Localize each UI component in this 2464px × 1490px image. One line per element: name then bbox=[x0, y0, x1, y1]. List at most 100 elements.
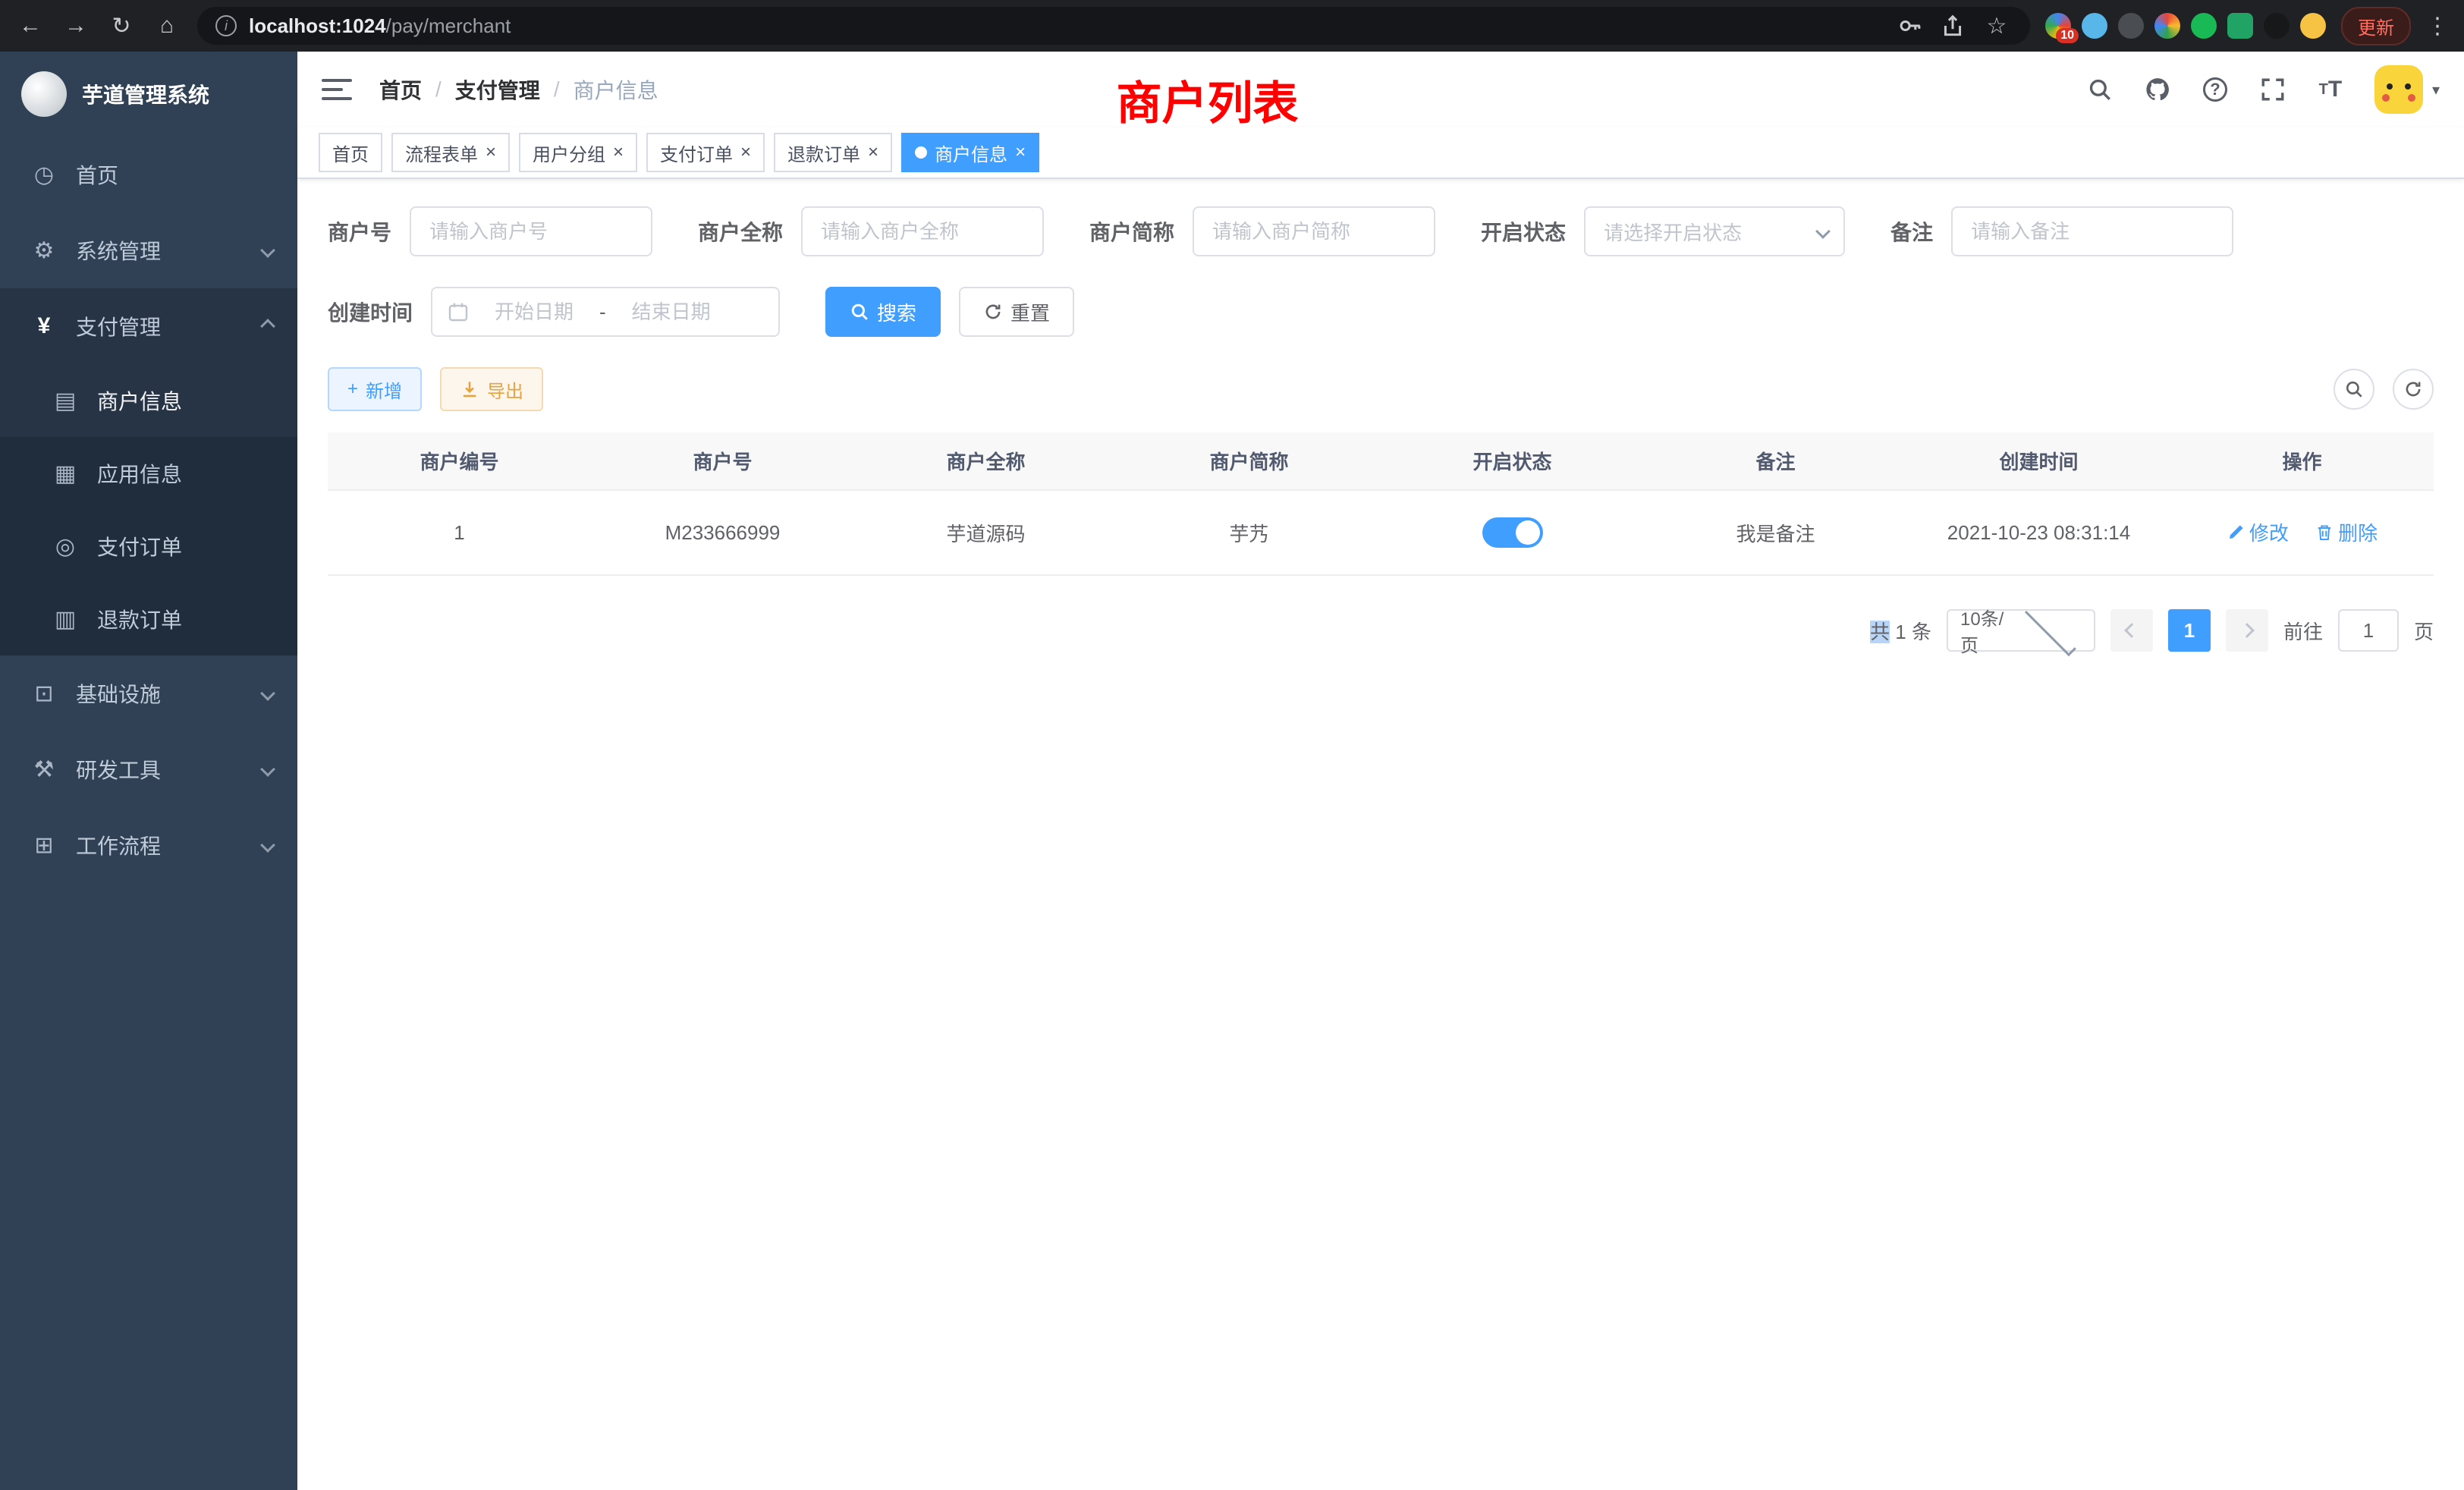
help-icon[interactable]: ? bbox=[2202, 76, 2229, 103]
password-key-icon[interactable] bbox=[1897, 12, 1924, 39]
breadcrumb: 首页 / 支付管理 / 商户信息 bbox=[379, 74, 658, 105]
sidebar-item-home[interactable]: ◷ 首页 bbox=[0, 137, 297, 212]
col-status: 开启状态 bbox=[1381, 432, 1644, 490]
extension-icon[interactable]: 10 bbox=[2045, 13, 2071, 39]
extension-icon[interactable] bbox=[2154, 13, 2180, 39]
url-text[interactable]: localhost:1024/pay/merchant bbox=[249, 14, 1884, 38]
menu-label: 商户信息 bbox=[97, 385, 182, 416]
page-number-1[interactable]: 1 bbox=[2168, 609, 2211, 652]
status-select[interactable]: 请选择开启状态 bbox=[1584, 206, 1845, 256]
cell-merchant-no: M233666999 bbox=[591, 490, 854, 575]
breadcrumb-payment[interactable]: 支付管理 bbox=[455, 74, 540, 105]
user-avatar[interactable]: ▾ bbox=[2374, 65, 2440, 114]
delete-link[interactable]: 删除 bbox=[2315, 518, 2378, 546]
browser-menu-icon[interactable]: ⋮ bbox=[2426, 13, 2449, 39]
date-start-input[interactable] bbox=[478, 300, 590, 324]
reload-icon[interactable]: ↻ bbox=[106, 13, 137, 39]
col-actions: 操作 bbox=[2170, 432, 2434, 490]
status-label: 开启状态 bbox=[1481, 216, 1566, 247]
extension-icon[interactable] bbox=[2227, 13, 2253, 39]
breadcrumb-home[interactable]: 首页 bbox=[379, 74, 422, 105]
sidebar-item-app-info[interactable]: ▦ 应用信息 bbox=[0, 437, 297, 510]
full-name-input[interactable] bbox=[801, 206, 1044, 256]
home-icon[interactable]: ⌂ bbox=[152, 13, 182, 39]
sidebar-item-refund-order[interactable]: ▥ 退款订单 bbox=[0, 583, 297, 655]
extension-icon[interactable] bbox=[2191, 13, 2217, 39]
reset-button[interactable]: 重置 bbox=[959, 287, 1074, 337]
extensions-strip: 10 bbox=[2045, 13, 2326, 39]
menu-label: 系统管理 bbox=[76, 235, 161, 266]
edit-link[interactable]: 修改 bbox=[2227, 518, 2289, 546]
chevron-up-icon bbox=[260, 319, 275, 334]
address-bar[interactable]: i localhost:1024/pay/merchant ☆ bbox=[197, 7, 2030, 45]
tags-view: 首页 流程表单× 用户分组× 支付订单× 退款订单× 商户信息× bbox=[297, 127, 2464, 179]
close-icon[interactable]: × bbox=[486, 143, 496, 162]
pagination-total: 共 1 条 bbox=[1870, 617, 1931, 645]
merchant-no-input[interactable] bbox=[410, 206, 652, 256]
cell-status bbox=[1381, 490, 1644, 575]
forward-icon[interactable]: → bbox=[61, 13, 91, 39]
gear-icon: ⚙ bbox=[30, 237, 58, 264]
tag-pay-order[interactable]: 支付订单× bbox=[646, 133, 765, 172]
search-button[interactable]: 搜索 bbox=[825, 287, 941, 337]
tag-process-form[interactable]: 流程表单× bbox=[391, 133, 510, 172]
sidebar-collapse-icon[interactable] bbox=[322, 79, 352, 100]
font-size-icon[interactable]: TT bbox=[2317, 76, 2344, 103]
sidebar-item-infrastructure[interactable]: ⊡ 基础设施 bbox=[0, 655, 297, 731]
extension-icon[interactable] bbox=[2082, 13, 2107, 39]
date-end-input[interactable] bbox=[615, 300, 728, 324]
tag-user-group[interactable]: 用户分组× bbox=[519, 133, 637, 172]
create-time-range-picker[interactable]: - bbox=[431, 287, 780, 337]
close-icon[interactable]: × bbox=[740, 143, 751, 162]
tag-home[interactable]: 首页 bbox=[319, 133, 382, 172]
menu-label: 首页 bbox=[76, 159, 118, 190]
status-toggle[interactable] bbox=[1482, 517, 1543, 548]
prev-page-button[interactable] bbox=[2110, 609, 2153, 652]
next-page-button[interactable] bbox=[2226, 609, 2268, 652]
extension-icon[interactable] bbox=[2300, 13, 2326, 39]
add-button[interactable]: + 新增 bbox=[328, 367, 422, 411]
export-button[interactable]: 导出 bbox=[440, 367, 543, 411]
table-header-row: 商户编号 商户号 商户全称 商户简称 开启状态 备注 创建时间 操作 bbox=[328, 432, 2434, 490]
remark-input[interactable] bbox=[1951, 206, 2233, 256]
page-annotation: 商户列表 bbox=[1117, 67, 1299, 133]
github-icon[interactable] bbox=[2144, 76, 2171, 103]
sidebar-item-merchant-info[interactable]: ▤ 商户信息 bbox=[0, 364, 297, 437]
close-icon[interactable]: × bbox=[613, 143, 624, 162]
merchant-table: 商户编号 商户号 商户全称 商户简称 开启状态 备注 创建时间 操作 1 M23… bbox=[328, 432, 2434, 576]
sidebar-item-dev-tools[interactable]: ⚒ 研发工具 bbox=[0, 731, 297, 807]
site-info-icon[interactable]: i bbox=[215, 15, 237, 36]
top-navbar: 首页 / 支付管理 / 商户信息 商户列表 ? bbox=[297, 52, 2464, 127]
sidebar: 芋道管理系统 ◷ 首页 ⚙ 系统管理 ¥ 支付管理 ▤ 商户信息 ▦ 应用信息 bbox=[0, 52, 297, 1490]
tag-merchant-info[interactable]: 商户信息× bbox=[901, 133, 1039, 172]
tools-icon: ⚒ bbox=[30, 756, 58, 783]
goto-page-input[interactable] bbox=[2338, 609, 2399, 652]
show-search-icon[interactable] bbox=[2334, 369, 2374, 410]
close-icon[interactable]: × bbox=[868, 143, 878, 162]
chevron-down-icon bbox=[260, 838, 275, 853]
share-icon[interactable] bbox=[1939, 12, 1966, 39]
sidebar-item-system[interactable]: ⚙ 系统管理 bbox=[0, 212, 297, 288]
tag-refund-order[interactable]: 退款订单× bbox=[774, 133, 892, 172]
extension-icon[interactable] bbox=[2264, 13, 2290, 39]
refresh-table-icon[interactable] bbox=[2393, 369, 2434, 410]
col-merchant-id: 商户编号 bbox=[328, 432, 591, 490]
sidebar-item-pay-order[interactable]: ◎ 支付订单 bbox=[0, 510, 297, 583]
back-icon[interactable]: ← bbox=[15, 13, 46, 39]
col-create-time: 创建时间 bbox=[1907, 432, 2170, 490]
payment-submenu: ▤ 商户信息 ▦ 应用信息 ◎ 支付订单 ▥ 退款订单 bbox=[0, 364, 297, 655]
fullscreen-icon[interactable] bbox=[2259, 76, 2286, 103]
extension-icon[interactable] bbox=[2118, 13, 2144, 39]
chevron-left-icon bbox=[2124, 623, 2139, 638]
page-size-select[interactable]: 10条/页 bbox=[1947, 609, 2095, 652]
extension-badge: 10 bbox=[2056, 28, 2079, 43]
close-icon[interactable]: × bbox=[1015, 143, 1026, 162]
app-title: 芋道管理系统 bbox=[82, 79, 209, 109]
app-logo[interactable]: 芋道管理系统 bbox=[0, 52, 297, 137]
browser-update-button[interactable]: 更新 bbox=[2341, 7, 2411, 46]
bookmark-star-icon[interactable]: ☆ bbox=[1982, 13, 2012, 39]
sidebar-item-payment[interactable]: ¥ 支付管理 bbox=[0, 288, 297, 364]
search-icon[interactable] bbox=[2086, 76, 2114, 103]
short-name-input[interactable] bbox=[1193, 206, 1435, 256]
sidebar-item-workflow[interactable]: ⊞ 工作流程 bbox=[0, 807, 297, 883]
